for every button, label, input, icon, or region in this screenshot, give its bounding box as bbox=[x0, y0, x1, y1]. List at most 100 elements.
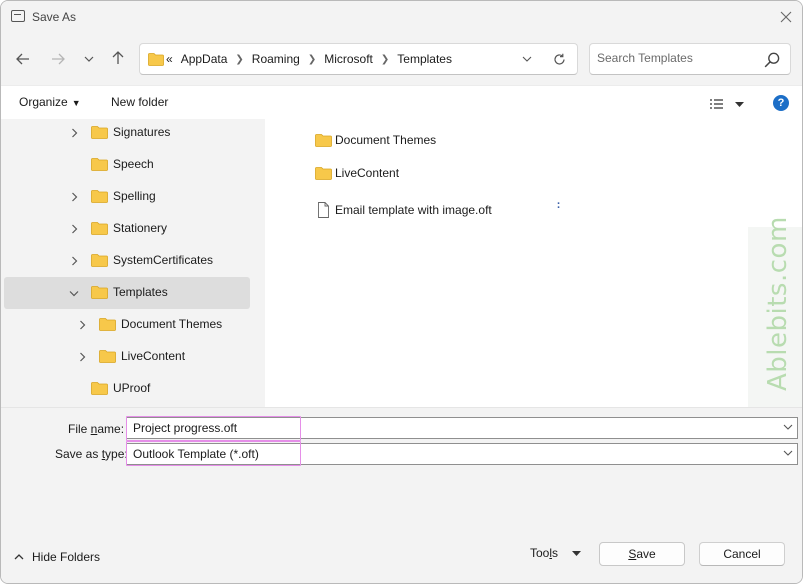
tree-item-label: LiveContent bbox=[121, 349, 186, 363]
cancel-button[interactable]: Cancel bbox=[699, 542, 785, 566]
window-title: Save As bbox=[32, 10, 77, 24]
file-icon bbox=[318, 202, 329, 218]
folder-icon bbox=[91, 286, 108, 299]
folder-icon bbox=[148, 53, 164, 66]
chevron-right-icon bbox=[79, 352, 85, 362]
chevron-right-icon: ❯ bbox=[235, 53, 244, 65]
folder-tree: Signatures Speech Spelling Stationery System… bbox=[1, 119, 265, 407]
watermark-area: Ablebits.com bbox=[748, 119, 802, 407]
file-item-folder[interactable]: LiveContent bbox=[315, 163, 399, 183]
new-folder-button[interactable]: New folder bbox=[111, 95, 168, 109]
folder-icon bbox=[315, 133, 332, 147]
expand-toggle[interactable] bbox=[68, 255, 80, 267]
dialog-footer: Hide Folders Tools Save Cancel bbox=[1, 529, 802, 583]
breadcrumb-roaming[interactable]: Roaming bbox=[252, 52, 300, 66]
tree-item[interactable]: Spelling bbox=[4, 181, 250, 213]
search-icon[interactable] bbox=[764, 52, 780, 68]
refresh-button[interactable] bbox=[548, 49, 570, 69]
breadcrumb-templates[interactable]: Templates bbox=[397, 52, 452, 66]
tree-item-label: Document Themes bbox=[121, 317, 223, 331]
organize-menu-button[interactable]: Organize ▼ bbox=[19, 95, 81, 109]
arrow-right-icon bbox=[52, 53, 65, 65]
tree-folder bbox=[91, 286, 108, 299]
tree-folder bbox=[91, 222, 108, 235]
title-bar: Save As bbox=[1, 1, 802, 33]
tools-menu-button[interactable]: Tools bbox=[530, 546, 582, 560]
tree-folder bbox=[91, 382, 108, 395]
chevron-down-icon[interactable] bbox=[783, 447, 793, 459]
tree-folder bbox=[99, 318, 116, 331]
hide-folders-button[interactable]: Hide Folders bbox=[14, 550, 100, 564]
chevron-right-icon bbox=[71, 192, 77, 202]
highlight-box bbox=[126, 416, 301, 441]
tree-folder bbox=[91, 126, 108, 139]
tree-item-label: Speech bbox=[113, 157, 154, 171]
forward-button[interactable] bbox=[45, 46, 71, 72]
tree-item-label: Stationery bbox=[113, 221, 168, 235]
highlight-box bbox=[126, 441, 301, 466]
organize-label: Organize bbox=[19, 95, 68, 109]
tools-label: Tools bbox=[530, 546, 559, 560]
chevron-down-icon bbox=[522, 56, 532, 62]
breadcrumb: « AppData ❯ Roaming ❯ Microsoft ❯ Templa… bbox=[166, 52, 452, 66]
caret-down-icon: ▼ bbox=[71, 98, 81, 108]
breadcrumb-appdata[interactable]: AppData bbox=[181, 52, 228, 66]
expand-toggle[interactable] bbox=[68, 127, 80, 139]
chevron-right-icon bbox=[71, 256, 77, 266]
close-button[interactable] bbox=[771, 4, 801, 30]
folder-icon bbox=[91, 254, 108, 267]
address-history-button[interactable] bbox=[516, 50, 538, 68]
chevron-right-icon: ❯ bbox=[307, 53, 317, 65]
chevron-down-icon bbox=[69, 290, 79, 296]
search-box bbox=[589, 43, 791, 75]
refresh-icon bbox=[553, 53, 565, 65]
expand-toggle[interactable] bbox=[68, 223, 80, 235]
up-button[interactable] bbox=[105, 45, 131, 71]
file-item-folder[interactable]: Document Themes bbox=[315, 130, 436, 150]
tree-item-label: Templates bbox=[113, 285, 168, 299]
chevron-right-icon bbox=[79, 320, 85, 330]
resize-grip-icon: · · bbox=[557, 198, 561, 214]
chevron-right-icon: ❯ bbox=[380, 53, 390, 65]
chevron-down-icon[interactable] bbox=[783, 421, 793, 433]
folder-icon bbox=[91, 158, 108, 171]
breadcrumb-overflow[interactable]: « bbox=[166, 52, 173, 66]
recent-locations-button[interactable] bbox=[76, 46, 102, 72]
tree-item[interactable]: Document Themes bbox=[4, 309, 250, 341]
dialog-icon bbox=[11, 10, 25, 22]
tree-item[interactable]: UProof bbox=[4, 373, 250, 405]
tree-item[interactable]: Templates bbox=[4, 277, 250, 309]
expand-toggle[interactable] bbox=[68, 191, 80, 203]
tree-item[interactable]: SystemCertificates bbox=[4, 245, 250, 277]
save-button[interactable]: Save bbox=[599, 542, 685, 566]
tree-folder bbox=[91, 158, 108, 171]
back-button[interactable] bbox=[10, 46, 36, 72]
address-bar[interactable]: « AppData ❯ Roaming ❯ Microsoft ❯ Templa… bbox=[139, 43, 578, 75]
help-button[interactable]: ? bbox=[773, 95, 789, 111]
caret-down-icon bbox=[735, 101, 744, 107]
hide-folders-label: Hide Folders bbox=[32, 550, 101, 564]
expand-toggle[interactable] bbox=[68, 287, 80, 299]
search-input[interactable] bbox=[597, 51, 757, 65]
chevron-up-icon bbox=[14, 554, 24, 560]
arrow-left-icon bbox=[16, 53, 29, 65]
tree-item[interactable]: LiveContent bbox=[4, 341, 250, 373]
tree-item[interactable]: Speech bbox=[4, 149, 250, 181]
command-bar: Organize ▼ New folder ? bbox=[1, 85, 802, 119]
change-view-button[interactable] bbox=[710, 96, 750, 112]
expand-toggle[interactable] bbox=[76, 351, 88, 363]
folder-icon bbox=[91, 126, 108, 139]
expand-toggle[interactable] bbox=[76, 319, 88, 331]
tree-item-label: UProof bbox=[113, 381, 151, 395]
navigation-bar: « AppData ❯ Roaming ❯ Microsoft ❯ Templa… bbox=[1, 33, 802, 85]
breadcrumb-microsoft[interactable]: Microsoft bbox=[324, 52, 373, 66]
chevron-down-icon bbox=[84, 56, 94, 62]
file-item-template[interactable]: Email template with image.oft bbox=[315, 200, 492, 220]
tree-item[interactable]: Stationery bbox=[4, 213, 250, 245]
file-item-label: LiveContent bbox=[335, 166, 400, 180]
folder-icon bbox=[91, 382, 108, 395]
tree-item[interactable]: Signatures bbox=[4, 119, 250, 149]
save-as-dialog: Save As « AppData ❯ Roaming ❯ Microsoft … bbox=[0, 0, 803, 584]
tree-folder bbox=[91, 254, 108, 267]
chevron-right-icon bbox=[71, 128, 77, 138]
